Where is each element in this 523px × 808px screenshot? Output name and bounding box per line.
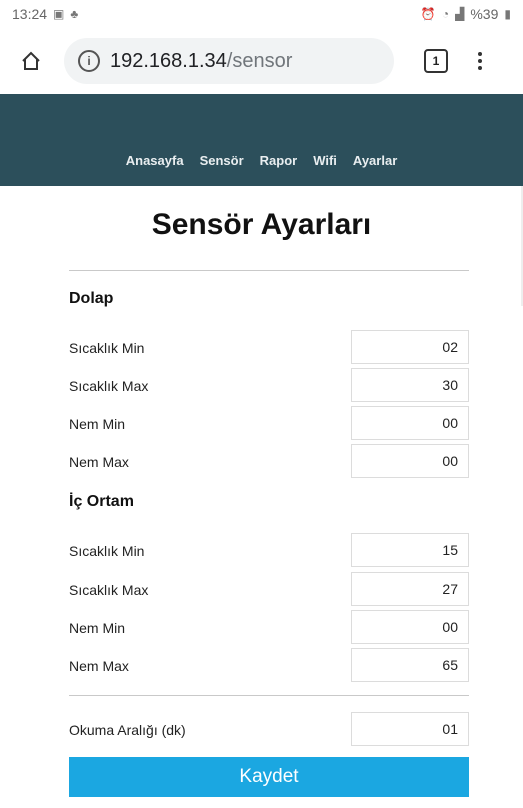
field-label: Sıcaklık Min bbox=[69, 543, 145, 559]
ic-ortam-row: Nem Max bbox=[69, 648, 469, 684]
read-interval-input[interactable] bbox=[351, 712, 469, 746]
address-bar[interactable]: i 192.168.1.34/sensor bbox=[64, 38, 394, 84]
nav-wifi[interactable]: Wifi bbox=[313, 153, 337, 168]
battery-icon: ▮ bbox=[504, 7, 511, 21]
home-icon[interactable] bbox=[14, 44, 48, 78]
ic-ortam-temp-max-input[interactable] bbox=[351, 572, 469, 606]
url-path: /sensor bbox=[226, 49, 293, 72]
ic-ortam-row: Sıcaklık Min bbox=[69, 533, 469, 569]
field-label: Sıcaklık Min bbox=[69, 340, 145, 356]
dolap-row: Sıcaklık Max bbox=[69, 368, 469, 404]
wifi-icon: ◔ bbox=[441, 7, 450, 21]
ic-ortam-humidity-min-input[interactable] bbox=[351, 610, 469, 644]
field-label: Sıcaklık Max bbox=[69, 378, 149, 394]
browser-toolbar: i 192.168.1.34/sensor 1 bbox=[0, 28, 523, 94]
battery-percent: %39 bbox=[470, 6, 499, 22]
status-time: 13:24 bbox=[12, 6, 48, 22]
dolap-temp-max-input[interactable] bbox=[351, 368, 469, 402]
nav-rapor[interactable]: Rapor bbox=[260, 153, 298, 168]
dolap-row: Sıcaklık Min bbox=[69, 330, 469, 366]
status-bar: 13:24 ▣ ♣ ⏰ ◔ ▟ %39 ▮ bbox=[0, 0, 523, 28]
field-label: Nem Max bbox=[69, 658, 129, 674]
alarm-icon: ⏰ bbox=[420, 7, 436, 21]
ic-ortam-row: Nem Min bbox=[69, 610, 469, 646]
dolap-humidity-max-input[interactable] bbox=[351, 444, 469, 478]
save-button[interactable]: Kaydet bbox=[69, 757, 469, 797]
field-label: Okuma Aralığı (dk) bbox=[69, 722, 186, 738]
dolap-row: Nem Min bbox=[69, 406, 469, 442]
url-host: 192.168.1.34 bbox=[110, 49, 227, 72]
dolap-humidity-min-input[interactable] bbox=[351, 406, 469, 440]
field-label: Nem Max bbox=[69, 454, 129, 470]
divider bbox=[69, 695, 469, 696]
menu-icon[interactable] bbox=[478, 52, 482, 70]
site-navbar: Anasayfa Sensör Rapor Wifi Ayarlar bbox=[0, 94, 523, 186]
dolap-temp-min-input[interactable] bbox=[351, 330, 469, 364]
page-title: Sensör Ayarları bbox=[151, 208, 372, 241]
signal-icon: ▟ bbox=[455, 7, 465, 21]
tab-switcher-button[interactable]: 1 bbox=[424, 49, 448, 73]
nav-sensor[interactable]: Sensör bbox=[200, 153, 244, 168]
field-label: Sıcaklık Max bbox=[69, 582, 149, 598]
gallery-notification-icon: ▣ bbox=[53, 7, 65, 21]
nav-ayarlar[interactable]: Ayarlar bbox=[353, 153, 397, 168]
info-icon[interactable]: i bbox=[78, 50, 100, 72]
section-title-dolap: Dolap bbox=[69, 290, 114, 307]
ic-ortam-humidity-max-input[interactable] bbox=[351, 648, 469, 682]
field-label: Nem Min bbox=[69, 416, 126, 432]
ic-ortam-temp-min-input[interactable] bbox=[351, 533, 469, 567]
section-title-ic-ortam: İç Ortam bbox=[69, 493, 134, 510]
field-label: Nem Min bbox=[69, 620, 126, 636]
interval-row: Okuma Aralığı (dk) bbox=[69, 712, 469, 748]
dolap-row: Nem Max bbox=[69, 444, 469, 480]
ic-ortam-row: Sıcaklık Max bbox=[69, 572, 469, 608]
nav-anasayfa[interactable]: Anasayfa bbox=[126, 153, 184, 168]
app-notification-icon: ♣ bbox=[70, 7, 79, 21]
divider bbox=[69, 270, 469, 271]
